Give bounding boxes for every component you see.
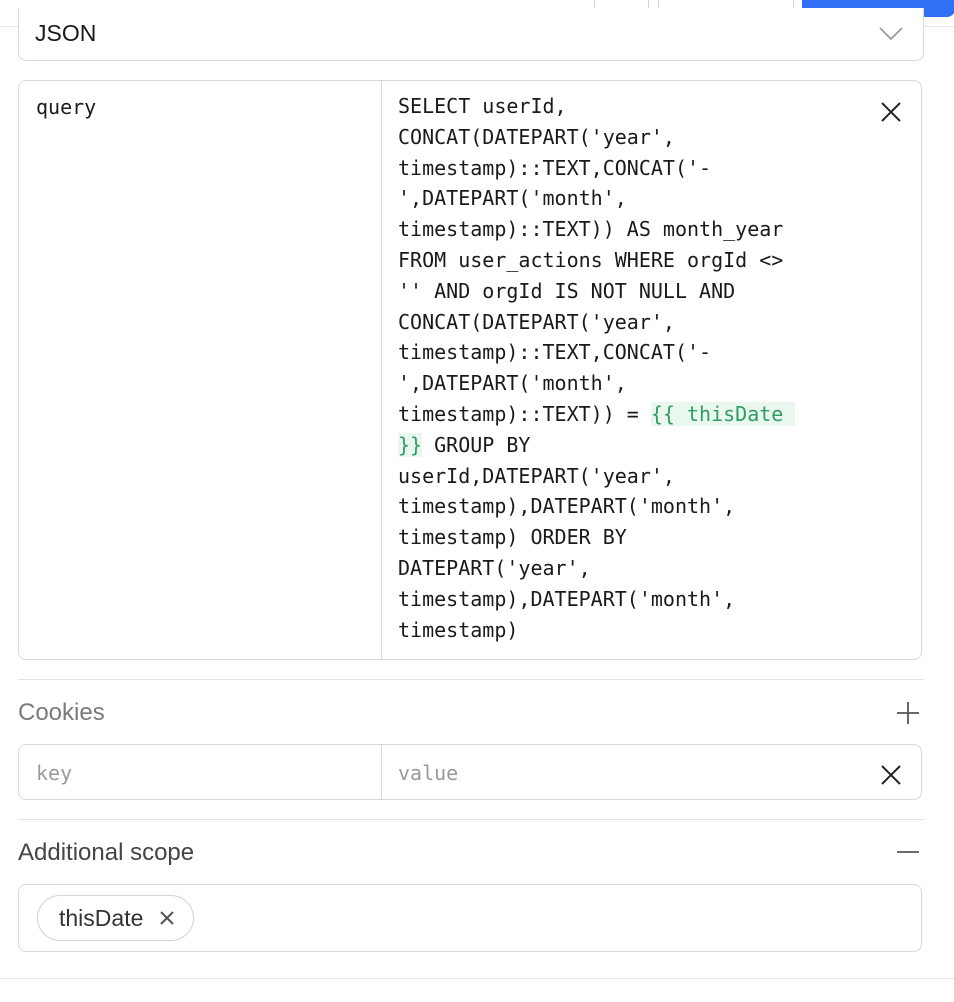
- close-icon[interactable]: [879, 763, 903, 787]
- params-table: query SELECT userId, CONCAT(DATEPART('ye…: [18, 80, 922, 660]
- scope-chip-label: thisDate: [59, 905, 144, 931]
- close-icon[interactable]: [159, 910, 175, 926]
- body-format-select[interactable]: JSON: [18, 8, 924, 61]
- cookie-row: key value: [18, 744, 922, 800]
- section-divider: [18, 679, 924, 680]
- additional-scope-title: Additional scope: [18, 839, 195, 866]
- cookie-key-input[interactable]: key: [36, 761, 72, 785]
- section-divider: [0, 978, 954, 979]
- param-value-editor[interactable]: SELECT userId, CONCAT(DATEPART('year', t…: [398, 91, 838, 645]
- column-divider: [381, 745, 382, 799]
- column-divider: [381, 81, 382, 659]
- template-expression: {{ thisDate: [650, 401, 796, 426]
- template-expression-close: }}: [398, 432, 423, 457]
- section-divider: [18, 819, 924, 820]
- cookies-section-title: Cookies: [18, 699, 105, 726]
- scope-chip: thisDate: [37, 895, 195, 941]
- query-text-before: SELECT userId, CONCAT(DATEPART('year', t…: [398, 94, 784, 426]
- additional-scope-input[interactable]: thisDate: [18, 884, 922, 952]
- minus-icon[interactable]: [895, 839, 921, 865]
- close-icon[interactable]: [879, 100, 903, 124]
- chevron-down-icon: [879, 27, 903, 41]
- param-key[interactable]: query: [36, 95, 96, 119]
- plus-icon[interactable]: [895, 700, 921, 726]
- select-value: JSON: [35, 20, 97, 46]
- query-text-after: GROUP BY userId,DATEPART('year', timesta…: [398, 432, 736, 642]
- cookie-value-input[interactable]: value: [398, 761, 458, 785]
